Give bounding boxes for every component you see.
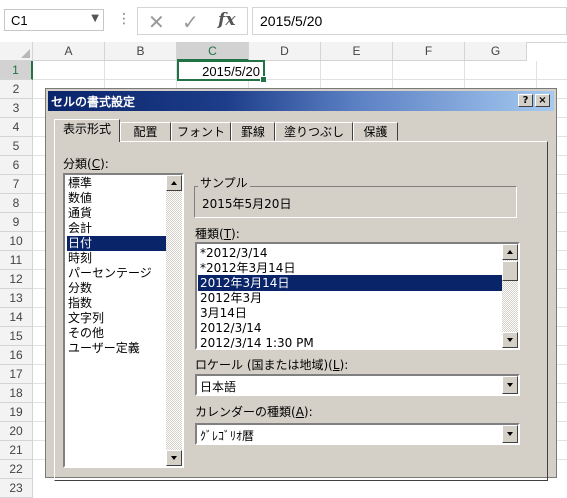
dialog-title: セルの書式設定	[51, 95, 136, 109]
type-item[interactable]: *2012/3/14	[198, 245, 506, 261]
row-header-10[interactable]: 10	[0, 232, 33, 251]
cell-c1-value: 2015/5/20	[202, 64, 260, 79]
locale-dropdown[interactable]: 日本語	[195, 374, 520, 396]
row-header-5[interactable]: 5	[0, 137, 33, 156]
row-header-16[interactable]: 16	[0, 346, 33, 365]
row-header-3[interactable]: 3	[0, 99, 33, 118]
type-item[interactable]: *2012年3月14日	[198, 260, 506, 276]
row-header-2[interactable]: 2	[0, 80, 33, 99]
category-item[interactable]: その他	[67, 326, 168, 341]
row-header-9[interactable]: 9	[0, 213, 33, 232]
tab-font[interactable]: フォント	[171, 122, 231, 141]
category-item[interactable]: パーセンテージ	[67, 266, 168, 281]
scroll-up-arrow-icon[interactable]	[166, 175, 182, 191]
category-item[interactable]: 標準	[67, 176, 168, 191]
row-header-4[interactable]: 4	[0, 118, 33, 137]
calendar-value: ｸﾞﾚｺﾞﾘｵ暦	[200, 429, 255, 443]
row-header-23[interactable]: 23	[0, 479, 33, 498]
column-header-f[interactable]: F	[393, 42, 465, 61]
type-label: 種類(T):	[195, 227, 240, 241]
formula-bar-grip-icon: ⋮	[117, 11, 131, 27]
help-button[interactable]: ?	[518, 94, 533, 107]
name-box-dropdown-icon[interactable]: ▼	[91, 13, 99, 24]
category-scrollbar[interactable]	[166, 175, 182, 466]
column-header-e[interactable]: E	[321, 42, 393, 61]
type-list[interactable]: *2012/3/14 *2012年3月14日 2012年3月14日 2012年3月 3月…	[195, 242, 520, 350]
type-item[interactable]: 2012/3/14 1:30 PM	[198, 335, 506, 348]
category-item[interactable]: 文字列	[67, 311, 168, 326]
tab-alignment[interactable]: 配置	[120, 122, 171, 141]
type-scroll-down-arrow-icon[interactable]	[502, 332, 518, 348]
category-item[interactable]: 時刻	[67, 251, 168, 266]
insert-function-icon[interactable]: fx	[218, 10, 235, 30]
category-list[interactable]: 標準 数値 通貨 会計 日付 時刻 パーセンテージ 分数 指数 文字列 その他 ユーザー定義	[63, 173, 184, 468]
type-item[interactable]: 3月14日	[198, 305, 506, 321]
column-header-c[interactable]: C	[177, 42, 249, 61]
category-item[interactable]: 数値	[67, 191, 168, 206]
tab-fill[interactable]: 塗りつぶし	[275, 122, 353, 141]
name-box-value: C1	[11, 13, 28, 28]
calendar-dropdown[interactable]: ｸﾞﾚｺﾞﾘｵ暦	[195, 423, 520, 445]
row-header-1[interactable]: 1	[0, 61, 33, 80]
column-header-a[interactable]: A	[33, 42, 105, 61]
row-header-12[interactable]: 12	[0, 270, 33, 289]
category-item[interactable]: 指数	[67, 296, 168, 311]
category-item[interactable]: 日付	[67, 236, 168, 251]
column-header-b[interactable]: B	[105, 42, 177, 61]
category-item[interactable]: 分数	[67, 281, 168, 296]
column-header-d[interactable]: D	[249, 42, 321, 61]
type-item[interactable]: 2012年3月	[198, 290, 506, 306]
select-all-corner[interactable]	[0, 42, 33, 61]
type-scroll-thumb[interactable]	[502, 261, 518, 281]
close-button[interactable]: ×	[535, 94, 550, 107]
column-header-g[interactable]: G	[465, 42, 527, 61]
formula-input[interactable]: 2015/5/20	[252, 7, 567, 35]
category-item[interactable]: 通貨	[67, 206, 168, 221]
locale-label: ロケール (国または地域)(L):	[195, 358, 349, 372]
type-item[interactable]: 2012年3月14日	[198, 275, 506, 291]
type-scroll-up-arrow-icon[interactable]	[502, 244, 518, 260]
category-item[interactable]: ユーザー定義	[67, 341, 168, 356]
row-header-15[interactable]: 15	[0, 327, 33, 346]
row-header-22[interactable]: 22	[0, 460, 33, 479]
scroll-down-arrow-icon[interactable]	[166, 450, 182, 466]
cancel-icon[interactable]: ✕	[148, 10, 165, 34]
active-cell-c1[interactable]: 2015/5/20	[177, 60, 267, 83]
sample-legend: サンプル	[198, 174, 250, 191]
formula-buttons: ✕ ✓ fx	[137, 7, 248, 35]
type-item[interactable]: 2012/3/14	[198, 320, 506, 336]
row-header-11[interactable]: 11	[0, 251, 33, 270]
calendar-label: カレンダーの種類(A):	[195, 405, 313, 419]
row-header-8[interactable]: 8	[0, 194, 33, 213]
formula-bar: C1 ▼ ⋮ ✕ ✓ fx 2015/5/20	[0, 0, 567, 43]
format-cells-dialog: セルの書式設定 ? × 表示形式 配置 フォント 罫線 塗りつぶし 保護 分類(…	[45, 88, 557, 481]
row-header-7[interactable]: 7	[0, 175, 33, 194]
category-label: 分類(C):	[63, 157, 109, 171]
tab-protection[interactable]: 保護	[353, 122, 398, 141]
enter-check-icon[interactable]: ✓	[182, 10, 199, 34]
tab-border[interactable]: 罫線	[231, 122, 275, 141]
category-item[interactable]: 会計	[67, 221, 168, 236]
calendar-dropdown-arrow-icon[interactable]	[502, 425, 518, 443]
row-header-6[interactable]: 6	[0, 156, 33, 175]
sample-value: 2015年5月20日	[202, 197, 292, 211]
row-header-19[interactable]: 19	[0, 403, 33, 422]
row-header-13[interactable]: 13	[0, 289, 33, 308]
dialog-title-bar[interactable]: セルの書式設定 ? ×	[48, 91, 554, 111]
row-header-20[interactable]: 20	[0, 422, 33, 441]
locale-dropdown-arrow-icon[interactable]	[502, 376, 518, 394]
row-header-18[interactable]: 18	[0, 384, 33, 403]
tab-number[interactable]: 表示形式	[54, 119, 120, 142]
row-header-14[interactable]: 14	[0, 308, 33, 327]
name-box[interactable]: C1 ▼	[4, 9, 104, 31]
row-header-21[interactable]: 21	[0, 441, 33, 460]
formula-input-value: 2015/5/20	[260, 13, 323, 29]
locale-value: 日本語	[200, 380, 237, 394]
type-scrollbar[interactable]	[502, 244, 518, 348]
row-header-17[interactable]: 17	[0, 365, 33, 384]
fill-handle[interactable]	[260, 76, 267, 83]
